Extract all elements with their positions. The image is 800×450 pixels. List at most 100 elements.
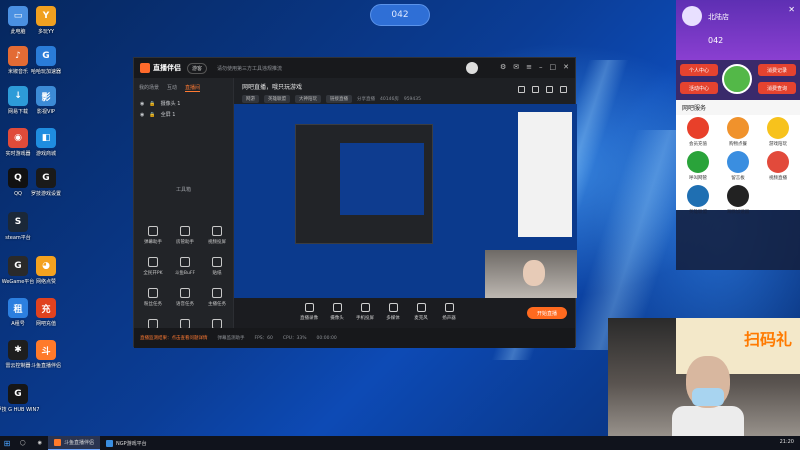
desktop-icon[interactable]: 影影视VIP xyxy=(26,86,66,115)
taskbar-item-label: NGP游戏平台 xyxy=(116,440,147,447)
start-stream-button[interactable]: 开始直播 xyxy=(527,307,567,319)
control-button[interactable]: 手机投屏 xyxy=(352,303,378,321)
tab-live-room[interactable]: 直播间 xyxy=(185,84,201,92)
seat-number-pill: 042 xyxy=(370,4,430,26)
tab-my-scenes[interactable]: 我的场景 xyxy=(139,84,159,92)
tab-interact[interactable]: 互动 xyxy=(167,84,177,92)
desktop-icon-label: 斗鱼直播伴侣 xyxy=(30,363,61,369)
desktop-icon[interactable]: 斗斗鱼直播伴侣 xyxy=(26,340,66,369)
toolbox-item[interactable]: 主播任务 xyxy=(202,288,232,307)
app-icon: Y xyxy=(36,6,56,26)
control-button[interactable]: 麦克风 xyxy=(408,303,434,321)
toolbox-item[interactable]: 斗鱼BuFF xyxy=(170,257,200,276)
toolbox-item[interactable]: 贴纸 xyxy=(202,257,232,276)
service-icon xyxy=(727,151,749,173)
desktop-icon[interactable]: Ssteam平台 xyxy=(0,212,38,241)
side-tabs: 我的场景 互动 直播间 xyxy=(134,78,233,98)
maximize-icon[interactable]: □ xyxy=(550,63,557,72)
layout-icon[interactable] xyxy=(518,86,525,93)
share-icon[interactable] xyxy=(560,86,567,93)
spending-query-button[interactable]: 消费查询 xyxy=(758,82,796,94)
service-section-title: 网吧服务 xyxy=(676,100,800,115)
desktop-icon[interactable]: 充网吧充值 xyxy=(26,298,66,327)
taskbar-search-icon[interactable]: ◯ xyxy=(14,436,32,450)
windows-start-icon[interactable]: ⊞ xyxy=(0,436,14,450)
stream-preview xyxy=(234,104,577,298)
desktop-icon[interactable]: Y 多玩YY xyxy=(26,6,66,35)
desktop-icon[interactable]: G 哈哈玩加速器 xyxy=(26,46,66,75)
close-icon[interactable]: ✕ xyxy=(563,63,569,72)
desktop-icon-label: 哈哈玩加速器 xyxy=(30,69,61,75)
control-icon xyxy=(416,303,426,312)
scene-item-camera[interactable]: ◉ 🔒 摄像头 1 xyxy=(134,98,233,109)
service-item[interactable]: 呼叫网管 xyxy=(678,151,718,185)
minimize-icon[interactable]: – xyxy=(539,63,543,72)
category-chip[interactable]: 英雄联盟 xyxy=(264,95,290,103)
share-stat[interactable]: 分享直播 xyxy=(357,96,375,102)
toolbox-title: 工具箱 xyxy=(175,187,191,193)
user-avatar[interactable] xyxy=(466,62,478,74)
desktop-icon[interactable]: ◧ 游戏商城 xyxy=(26,128,66,157)
toolbox-item[interactable]: 房管助手 xyxy=(170,226,200,245)
category-chip[interactable]: 网游 xyxy=(242,95,259,103)
toolbox-item[interactable]: 弹幕助手 xyxy=(138,226,168,245)
service-item[interactable]: 视频直播 xyxy=(758,151,798,185)
toolbox-item[interactable]: 粉丝任务 xyxy=(138,288,168,307)
control-label: 直播录像 xyxy=(300,316,318,321)
lock-icon[interactable]: 🔒 xyxy=(149,101,155,107)
status-hint[interactable]: 直播监测结果：点击查看问题详情 xyxy=(140,335,208,341)
service-item[interactable]: 游戏陪玩 xyxy=(758,117,798,151)
category-chip[interactable]: 链接直播 xyxy=(326,95,352,103)
app-icon: G xyxy=(8,384,28,404)
clock[interactable]: 21:20 xyxy=(780,439,794,445)
eye-icon[interactable]: ◉ xyxy=(140,112,144,118)
personal-center-button[interactable]: 个人中心 xyxy=(680,64,718,76)
taskbar-chrome-icon[interactable]: ◉ xyxy=(32,436,48,450)
cafe-service-panel: 北陆店 042 ✕ 个人中心 活动中心 消费记录 消费查询 网吧服务 会员充值 购… xyxy=(676,0,800,215)
settings-icon[interactable]: ⚙ xyxy=(500,63,506,72)
service-grid: 会员充值购物点餐游戏陪玩呼叫网管留言板视频直播英雄联盟海豚加速器 xyxy=(676,115,800,221)
taskbar-item-ngp[interactable]: NGP游戏平台 xyxy=(100,436,153,450)
category-chip[interactable]: 大神陪玩 xyxy=(295,95,321,103)
control-button[interactable]: 直播录像 xyxy=(296,303,322,321)
control-icon xyxy=(360,303,370,312)
tool-icon xyxy=(212,226,222,236)
toolbox-item[interactable]: 全民开PK xyxy=(138,257,168,276)
desktop-icon[interactable]: G 罗技游戏设置 xyxy=(26,168,66,197)
scene-item-fullscreen[interactable]: ◉ 🔒 全屏 1 xyxy=(134,109,233,120)
control-button[interactable]: 扬声器 xyxy=(436,303,462,321)
notice-link[interactable]: 请勿使用第三方工具违规推流 xyxy=(217,65,282,72)
toolbox-item[interactable]: 视频投屏 xyxy=(202,226,232,245)
desktop-icon[interactable]: G 罗技 G HUB WIN7 xyxy=(0,384,39,413)
guest-badge[interactable]: 游客 xyxy=(187,62,208,74)
close-icon[interactable]: ✕ xyxy=(788,5,795,14)
control-button[interactable]: 多媒体 xyxy=(380,303,406,321)
taskbar-item-douyu[interactable]: 斗鱼直播伴侣 xyxy=(47,436,100,450)
live-room-info: 网游 英雄联盟 大神陪玩 链接直播 分享直播 40146房 959435 xyxy=(242,95,567,103)
message-icon[interactable]: ✉ xyxy=(513,63,519,72)
service-item[interactable]: 购物点餐 xyxy=(718,117,758,151)
tool-label: 语音任务 xyxy=(176,302,194,307)
app-icon: ✱ xyxy=(8,340,28,360)
spending-record-button[interactable]: 消费记录 xyxy=(758,64,796,76)
control-button[interactable]: 摄像头 xyxy=(324,303,350,321)
service-icon xyxy=(687,151,709,173)
tool-label: 粉丝任务 xyxy=(144,302,162,307)
app-icon: ◧ xyxy=(36,128,56,148)
balance-icon[interactable] xyxy=(722,64,752,94)
toolbox-item[interactable]: 语音任务 xyxy=(170,288,200,307)
service-item[interactable]: 留言板 xyxy=(718,151,758,185)
lock-icon[interactable]: 🔒 xyxy=(149,112,155,118)
activity-center-button[interactable]: 活动中心 xyxy=(680,82,718,94)
fullscreen-icon[interactable] xyxy=(546,86,553,93)
status-item[interactable]: 弹幕监测助手 xyxy=(218,335,245,341)
eye-icon[interactable]: ◉ xyxy=(140,101,144,107)
tool-label: 视频投屏 xyxy=(208,240,226,245)
menu-icon[interactable]: ≡ xyxy=(526,63,532,72)
desktop-icon[interactable]: ◕ 网络点赞 xyxy=(26,256,66,285)
live-room-header: 网吧直播，哦只玩游戏 网游 英雄联盟 大神陪玩 链接直播 分享直播 40146房… xyxy=(234,78,575,104)
service-item[interactable]: 会员充值 xyxy=(678,117,718,151)
control-icon xyxy=(304,303,314,312)
streaming-app-window: 直播伴侣 游客 请勿使用第三方工具违规推流 ⚙ ✉ ≡ – □ ✕ 我的场景 互… xyxy=(133,57,577,348)
lock-icon[interactable] xyxy=(532,86,539,93)
